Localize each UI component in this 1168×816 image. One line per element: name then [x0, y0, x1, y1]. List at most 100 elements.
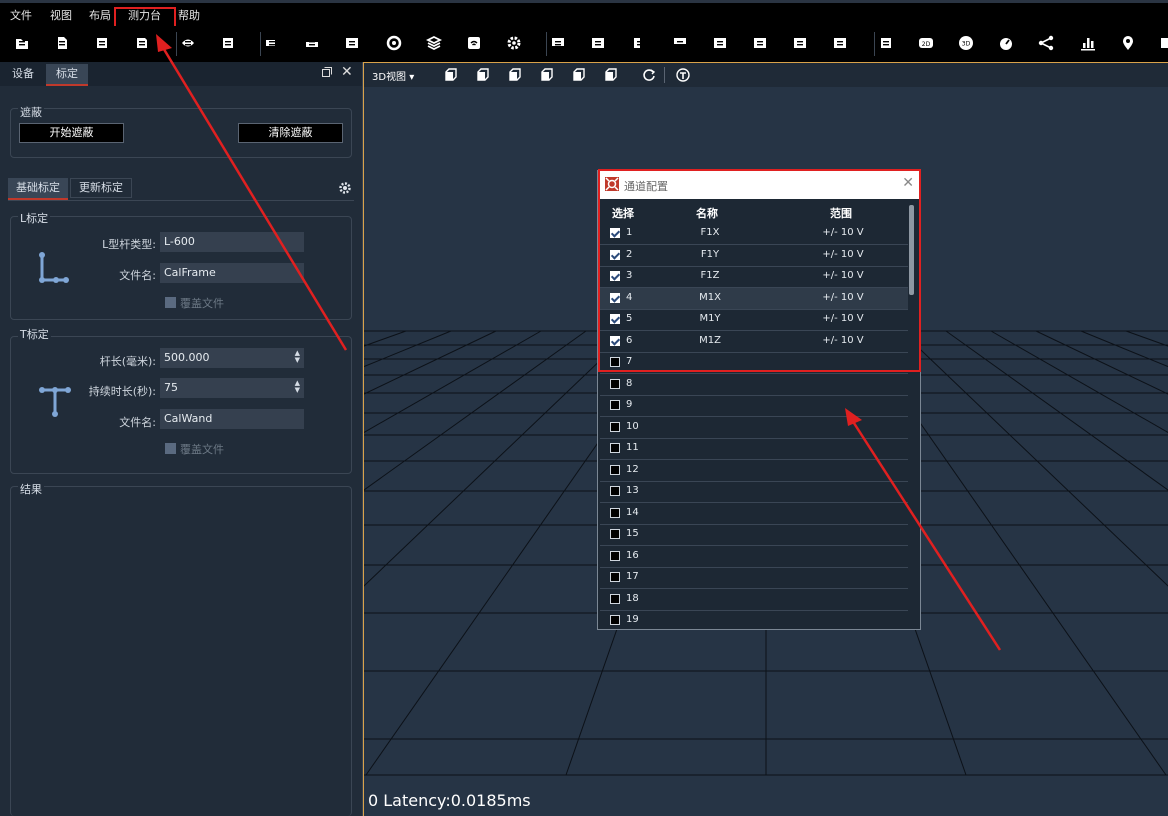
l-overwrite-checkbox[interactable]: 覆盖文件	[165, 295, 224, 311]
channel-row[interactable]: 8	[600, 374, 908, 396]
restore-icon[interactable]	[322, 67, 332, 77]
open-folder-icon[interactable]	[14, 35, 30, 51]
save-as-icon[interactable]	[134, 35, 150, 51]
channel-row[interactable]: 12	[600, 460, 908, 482]
layout-icon[interactable]	[590, 35, 606, 51]
capture-icon[interactable]	[878, 35, 894, 51]
channel-checkbox[interactable]	[610, 529, 620, 539]
channel-row[interactable]: 17	[600, 567, 908, 589]
monitor-icon[interactable]	[550, 35, 566, 51]
bar-chart-icon[interactable]	[1080, 35, 1096, 51]
film-icon[interactable]	[344, 35, 360, 51]
spin-arrows-icon[interactable]: ▲ ▼	[295, 380, 300, 394]
cube-bottom-icon[interactable]	[604, 68, 618, 82]
channel-checkbox[interactable]	[610, 228, 620, 238]
layout3-icon[interactable]	[672, 35, 688, 51]
channel-checkbox[interactable]	[610, 335, 620, 346]
tab-update-calibration[interactable]: 更新标定	[70, 178, 132, 198]
channel-checkbox[interactable]	[610, 486, 620, 496]
cube-left-icon[interactable]	[508, 68, 522, 82]
2d-icon[interactable]: 2D	[918, 35, 934, 51]
menu-file[interactable]: 文件	[10, 7, 32, 23]
l-file-input[interactable]: CalFrame	[160, 263, 304, 283]
layers-icon[interactable]	[426, 35, 442, 51]
channel-checkbox[interactable]	[610, 292, 620, 303]
l-type-select[interactable]: L-600	[160, 232, 304, 252]
cube-right-icon[interactable]	[540, 68, 554, 82]
clear-mask-button[interactable]: 清除遮蔽	[238, 123, 343, 143]
reset-view-icon[interactable]	[642, 68, 656, 82]
channel-checkbox[interactable]	[610, 615, 620, 625]
cube-top-icon[interactable]	[572, 68, 586, 82]
more-icon[interactable]	[1160, 35, 1168, 51]
channel-row[interactable]: 10	[600, 417, 908, 439]
channel-checkbox[interactable]	[610, 550, 620, 561]
channel-row[interactable]: 5 M1Y +/- 10 V	[600, 309, 908, 331]
wifi-icon[interactable]	[466, 35, 482, 51]
menu-layout[interactable]: 布局	[89, 7, 111, 23]
device-icon[interactable]	[304, 35, 320, 51]
channel-row[interactable]: 18	[600, 589, 908, 611]
hide-eye-icon[interactable]	[180, 35, 196, 51]
dialog-close-icon[interactable]: ✕	[902, 175, 914, 191]
channel-row[interactable]: 16	[600, 546, 908, 568]
channel-checkbox[interactable]	[610, 507, 620, 518]
save-icon[interactable]	[94, 35, 110, 51]
switch-icon[interactable]	[220, 35, 236, 51]
gauge-icon[interactable]	[998, 35, 1014, 51]
channel-row[interactable]: 11	[600, 438, 908, 460]
start-mask-button[interactable]: 开始遮蔽	[19, 123, 124, 143]
tab-device[interactable]: 设备	[2, 64, 44, 84]
channel-row[interactable]: 1 F1X +/- 10 V	[600, 223, 908, 245]
t-length-spinbox[interactable]: 500.000 ▲ ▼	[160, 348, 304, 368]
t-file-input[interactable]: CalWand	[160, 409, 304, 429]
dialog-scrollbar[interactable]	[909, 205, 914, 295]
camera-icon[interactable]	[264, 35, 280, 51]
channel-row[interactable]: 14	[600, 503, 908, 525]
channel-checkbox[interactable]	[610, 421, 620, 432]
tracking-icon[interactable]	[676, 68, 690, 82]
location-icon[interactable]	[1120, 35, 1136, 51]
channel-row[interactable]: 9	[600, 395, 908, 417]
cube-front-icon[interactable]	[444, 68, 458, 82]
gear-icon[interactable]	[338, 181, 352, 195]
layout6-icon[interactable]	[792, 35, 808, 51]
graph-icon[interactable]	[1038, 35, 1054, 51]
channel-row[interactable]: 4 M1X +/- 10 V	[600, 287, 908, 310]
channel-row[interactable]: 2 F1Y +/- 10 V	[600, 245, 908, 267]
cube-back-icon[interactable]	[476, 68, 490, 82]
menu-help[interactable]: 帮助	[178, 7, 200, 23]
settings-icon[interactable]	[506, 35, 522, 51]
channel-checkbox[interactable]	[610, 464, 620, 475]
channel-checkbox[interactable]	[610, 572, 620, 582]
channel-checkbox[interactable]	[610, 357, 620, 367]
document-icon[interactable]	[54, 35, 70, 51]
channel-checkbox[interactable]	[610, 249, 620, 260]
channel-checkbox[interactable]	[610, 271, 620, 281]
channel-checkbox[interactable]	[610, 378, 620, 389]
close-icon[interactable]: ✕	[341, 64, 353, 80]
view-mode-dropdown[interactable]: 3D视图 ▾	[372, 68, 414, 83]
layout7-icon[interactable]	[832, 35, 848, 51]
layout2-icon[interactable]	[632, 35, 648, 51]
channel-checkbox[interactable]	[610, 593, 620, 604]
t-overwrite-checkbox[interactable]: 覆盖文件	[165, 441, 224, 457]
channel-row[interactable]: 13	[600, 481, 908, 503]
tab-calibration[interactable]: 标定	[46, 64, 88, 86]
menu-view[interactable]: 视图	[50, 7, 72, 23]
channel-checkbox[interactable]	[610, 314, 620, 324]
spin-arrows-icon[interactable]: ▲ ▼	[295, 350, 300, 364]
tab-basic-calibration[interactable]: 基础标定	[8, 178, 68, 200]
channel-row[interactable]: 6 M1Z +/- 10 V	[600, 331, 908, 353]
layout4-icon[interactable]	[712, 35, 728, 51]
channel-row[interactable]: 19	[600, 610, 908, 625]
channel-checkbox[interactable]	[610, 443, 620, 453]
3d-icon[interactable]: 3D	[958, 35, 974, 51]
channel-checkbox[interactable]	[610, 400, 620, 410]
channel-row[interactable]: 15	[600, 524, 908, 546]
target-icon[interactable]	[386, 35, 402, 51]
layout5-icon[interactable]	[752, 35, 768, 51]
channel-row[interactable]: 7	[600, 352, 908, 374]
t-duration-spinbox[interactable]: 75 ▲ ▼	[160, 378, 304, 398]
channel-row[interactable]: 3 F1Z +/- 10 V	[600, 266, 908, 288]
